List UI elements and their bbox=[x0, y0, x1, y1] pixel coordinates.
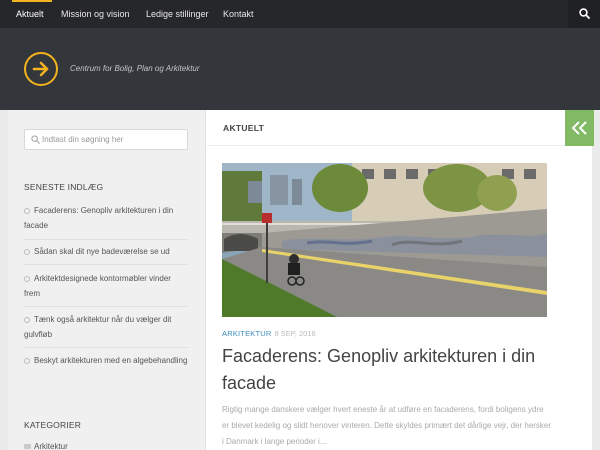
bullet-icon bbox=[24, 248, 30, 255]
sidebar-toggle-button[interactable] bbox=[565, 110, 594, 146]
bullet-icon bbox=[24, 316, 30, 323]
post-excerpt: Rigtig mange danskere vælger hvert enest… bbox=[222, 405, 552, 446]
section-title: AKTUELT bbox=[223, 123, 265, 133]
search-icon bbox=[31, 135, 40, 144]
arrow-right-circle-icon bbox=[32, 61, 49, 77]
nav-item-kontakt[interactable]: Kontakt bbox=[223, 0, 254, 28]
site-tagline: Centrum for Bolig, Plan og Arkitektur bbox=[70, 64, 200, 73]
recent-post-link[interactable]: Beskyt arkitekturen med en algebehandlin… bbox=[24, 353, 188, 368]
bullet-icon bbox=[24, 275, 30, 282]
nav-item-aktuelt[interactable]: Aktuelt bbox=[16, 0, 44, 28]
street-scene-illustration bbox=[222, 163, 547, 317]
sidebar-search bbox=[24, 129, 188, 150]
site-logo[interactable] bbox=[24, 52, 58, 86]
recent-post-link[interactable]: Facaderens: Genopliv arkitekturen i din … bbox=[24, 203, 188, 233]
categories-heading: KATEGORIER bbox=[24, 420, 82, 430]
divider bbox=[24, 306, 188, 307]
double-chevron-left-icon bbox=[572, 121, 587, 135]
recent-post-link[interactable]: Arkitektdesignede kontormøbler vinder fr… bbox=[24, 271, 188, 301]
recent-posts-heading: SENESTE INDLÆG bbox=[24, 182, 104, 192]
divider bbox=[24, 347, 188, 348]
sidebar: SENESTE INDLÆG Facaderens: Genopliv arki… bbox=[8, 110, 206, 450]
category-link-arkitektur[interactable]: Arkitektur bbox=[24, 442, 68, 450]
site-header: Centrum for Bolig, Plan og Arkitektur bbox=[0, 28, 600, 110]
content-header: AKTUELT bbox=[207, 110, 565, 146]
folder-icon bbox=[24, 444, 31, 450]
recent-post-link[interactable]: Tænk også arkitektur når du vælger dit g… bbox=[24, 312, 188, 342]
post-category-link[interactable]: ARKITEKTUR bbox=[222, 329, 272, 338]
featured-image[interactable] bbox=[222, 163, 547, 317]
top-navigation: Aktuelt Mission og vision Ledige stillin… bbox=[0, 0, 600, 28]
recent-post-link[interactable]: Sådan skal dit nye badeværelse se ud bbox=[24, 244, 188, 259]
divider bbox=[24, 264, 188, 265]
search-toggle-button[interactable] bbox=[568, 0, 600, 28]
bullet-icon bbox=[24, 357, 30, 364]
search-icon bbox=[579, 8, 590, 19]
nav-item-mission-og-vision[interactable]: Mission og vision bbox=[61, 0, 130, 28]
search-input[interactable] bbox=[42, 132, 182, 147]
nav-item-ledige-stillinger[interactable]: Ledige stillinger bbox=[146, 0, 209, 28]
post-title[interactable]: Facaderens: Genopliv arkitekturen i din … bbox=[222, 343, 552, 397]
bullet-icon bbox=[24, 207, 30, 214]
post-meta: ARKITEKTUR 8 SEP, 2016 bbox=[222, 329, 316, 338]
divider bbox=[24, 239, 188, 240]
post-date: 8 SEP, 2016 bbox=[274, 329, 316, 338]
